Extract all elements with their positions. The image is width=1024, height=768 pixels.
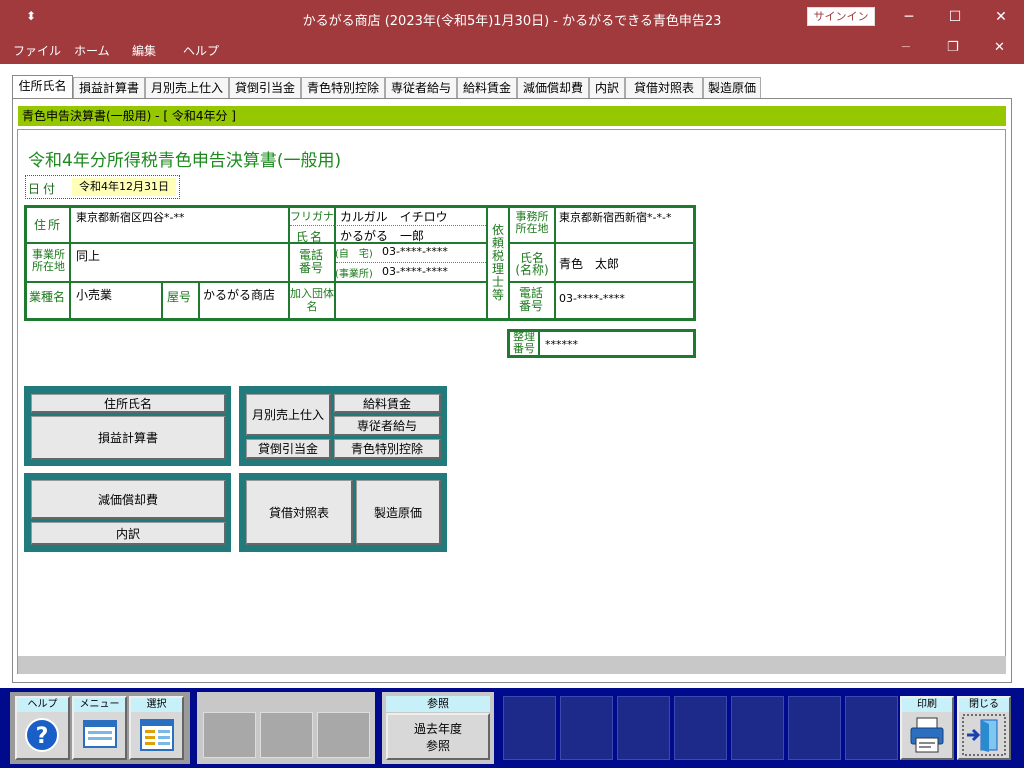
doc-close-icon[interactable]: ✕ [994,40,1005,55]
name-field[interactable]: かるがる 一郎 [340,227,424,244]
agent-name-field[interactable]: 青色 太郎 [559,255,619,272]
tab-genka[interactable]: 減価償却費 [517,77,589,99]
phone-office-label: (事業所) [335,269,373,280]
tab-kashi[interactable]: 貸倒引当金 [229,77,301,99]
nav-uchi-button[interactable]: 内訳 [31,522,226,545]
empty-slot-7 [845,696,898,760]
furigana-field[interactable]: カルガル イチロウ [340,208,448,225]
print-button[interactable]: 印刷 [900,696,954,760]
office-field[interactable]: 同上 [76,247,100,264]
empty-slot-4 [674,696,727,760]
empty-slot-2 [560,696,613,760]
nav-seizo-button[interactable]: 製造原価 [356,480,441,545]
reference-number-label: 整理番号 [513,330,535,355]
tab-senju[interactable]: 専従者給与 [385,77,457,99]
close-button[interactable]: 閉じる [957,696,1011,760]
tab-aoiro[interactable]: 青色特別控除 [301,77,385,99]
close-caption: 閉じる [959,698,1009,712]
phone-office-field[interactable]: 03-****-**** [382,265,448,278]
select-caption: 選択 [131,698,182,712]
help-caption: ヘルプ [17,698,68,712]
printer-icon [910,717,944,753]
address-label: 住所 [34,218,63,232]
empty-slot-1 [503,696,556,760]
nav-sonek-button[interactable]: 損益計算書 [31,416,226,460]
date-label: 日付 [28,182,59,196]
nav-senju-button[interactable]: 専従者給与 [334,416,441,436]
tab-kyuryo[interactable]: 給料賃金 [457,77,517,99]
industry-label: 業種名 [29,290,66,304]
select-button[interactable]: 選択 [129,696,184,760]
list-window-icon [140,719,174,751]
reference-number-field[interactable]: ****** [545,338,578,351]
phone-label: 電話番号 [298,248,323,275]
empty-slot-3 [617,696,670,760]
question-icon: ? [25,718,59,752]
phone-home-field[interactable]: 03-****-**** [382,245,448,258]
menu-button[interactable]: メニュー [72,696,127,760]
reference-caption: 参照 [386,696,490,712]
nav-aoiro-button[interactable]: 青色特別控除 [334,439,441,459]
menu-home[interactable]: ホーム [74,42,110,59]
name-label: 氏名 [296,230,325,244]
shop-field[interactable]: かるがる商店 [203,286,275,303]
exit-door-icon [962,714,1006,756]
tab-sonek[interactable]: 損益計算書 [73,77,145,99]
nav-jusho-button[interactable]: 住所氏名 [31,394,226,413]
signin-button[interactable]: サインイン [807,7,875,26]
doc-restore-icon[interactable]: ❐ [947,40,959,55]
menu-bar: ファイル ホーム 編集 ヘルプ ─ ❐ ✕ [0,36,1024,64]
breadcrumb: 青色申告決算書(一般用) - [ 令和4年分 ] [18,106,1006,126]
office-label: 事業所所在地 [32,248,65,273]
agent-label: 依頼税理士等 [491,223,504,302]
tab-getsu[interactable]: 月別売上仕入 [145,77,229,99]
document-title: 令和4年分所得税青色申告決算書(一般用) [28,151,342,171]
function-slot-2[interactable] [260,712,313,758]
print-caption: 印刷 [902,698,952,712]
tab-uchi[interactable]: 内訳 [589,77,625,99]
function-slot-3[interactable] [317,712,370,758]
title-bar: ⬍ かるがる商店 (2023年(令和5年)1月30日) - かるがるできる青色申… [0,0,1024,36]
nav-kyuryo-button[interactable]: 給料賃金 [334,394,441,413]
tab-jusho[interactable]: 住所氏名 [12,75,73,99]
tab-seizo[interactable]: 製造原価 [703,77,761,99]
nav-genka-button[interactable]: 減価償却費 [31,480,226,519]
agent-name-label: 氏名(名称) [515,251,549,277]
menu-file[interactable]: ファイル [13,42,61,59]
minimize-icon[interactable]: ─ [886,0,932,34]
shop-label: 屋号 [167,290,192,304]
address-field[interactable]: 東京都新宿区四谷*-** [76,209,184,225]
help-button[interactable]: ヘルプ ? [15,696,70,760]
horizontal-scrollbar[interactable] [18,656,1006,674]
org-label: 加入団体名 [290,287,334,313]
agent-phone-field[interactable]: 03-****-**** [559,292,625,305]
menu-help[interactable]: ヘルプ [183,42,219,59]
furigana-label: フリガナ [290,210,334,223]
nav-kashi-button[interactable]: 貸倒引当金 [246,439,331,459]
function-slot-1[interactable] [203,712,256,758]
tab-taisha[interactable]: 貸借対照表 [625,77,703,99]
doc-minimize-icon[interactable]: ─ [902,40,910,55]
agent-office-label: 事務所所在地 [515,210,549,235]
svg-text:?: ? [36,724,49,749]
agent-phone-label: 電話番号 [518,286,543,313]
phone-home-label: (自 宅) [335,249,373,260]
menu-edit[interactable]: 編集 [132,42,156,59]
date-field[interactable]: 令和4年12月31日 [72,178,176,196]
agent-office-field[interactable]: 東京都新宿西新宿*-*-* [559,209,671,225]
industry-field[interactable]: 小売業 [76,286,112,303]
menu-caption: メニュー [74,698,125,712]
nav-getsu-button[interactable]: 月別売上仕入 [246,394,331,436]
maximize-icon[interactable]: ☐ [932,0,978,34]
nav-taisha-button[interactable]: 貸借対照表 [246,480,353,545]
empty-slot-6 [788,696,841,760]
empty-slot-5 [731,696,784,760]
close-icon[interactable]: ✕ [978,0,1024,34]
menu-window-icon [83,720,117,748]
past-year-reference-button[interactable]: 過去年度参照 [386,713,490,760]
